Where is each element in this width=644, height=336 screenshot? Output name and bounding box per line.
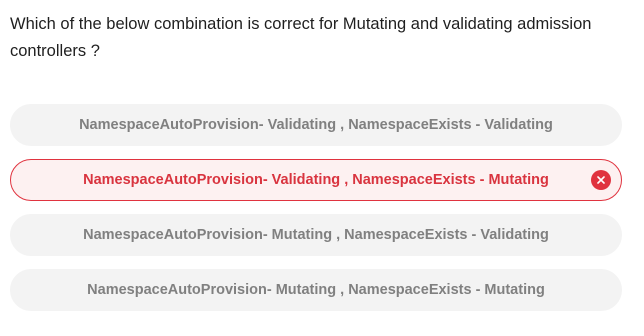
question-text: Which of the below combination is correc… xyxy=(10,15,592,60)
answer-option-2[interactable]: NamespaceAutoProvision- Validating , Nam… xyxy=(10,159,622,201)
answer-option-label: NamespaceAutoProvision- Validating , Nam… xyxy=(79,117,553,133)
answer-option-1[interactable]: NamespaceAutoProvision- Validating , Nam… xyxy=(10,104,622,146)
answer-options: NamespaceAutoProvision- Validating , Nam… xyxy=(10,104,622,324)
answer-option-label: NamespaceAutoProvision- Mutating , Names… xyxy=(83,227,549,243)
answer-option-3[interactable]: NamespaceAutoProvision- Mutating , Names… xyxy=(10,214,622,256)
answer-option-4[interactable]: NamespaceAutoProvision- Mutating , Names… xyxy=(10,269,622,311)
close-icon xyxy=(591,170,611,190)
answer-option-label: NamespaceAutoProvision- Mutating , Names… xyxy=(87,282,545,298)
answer-option-label: NamespaceAutoProvision- Validating , Nam… xyxy=(83,172,549,188)
